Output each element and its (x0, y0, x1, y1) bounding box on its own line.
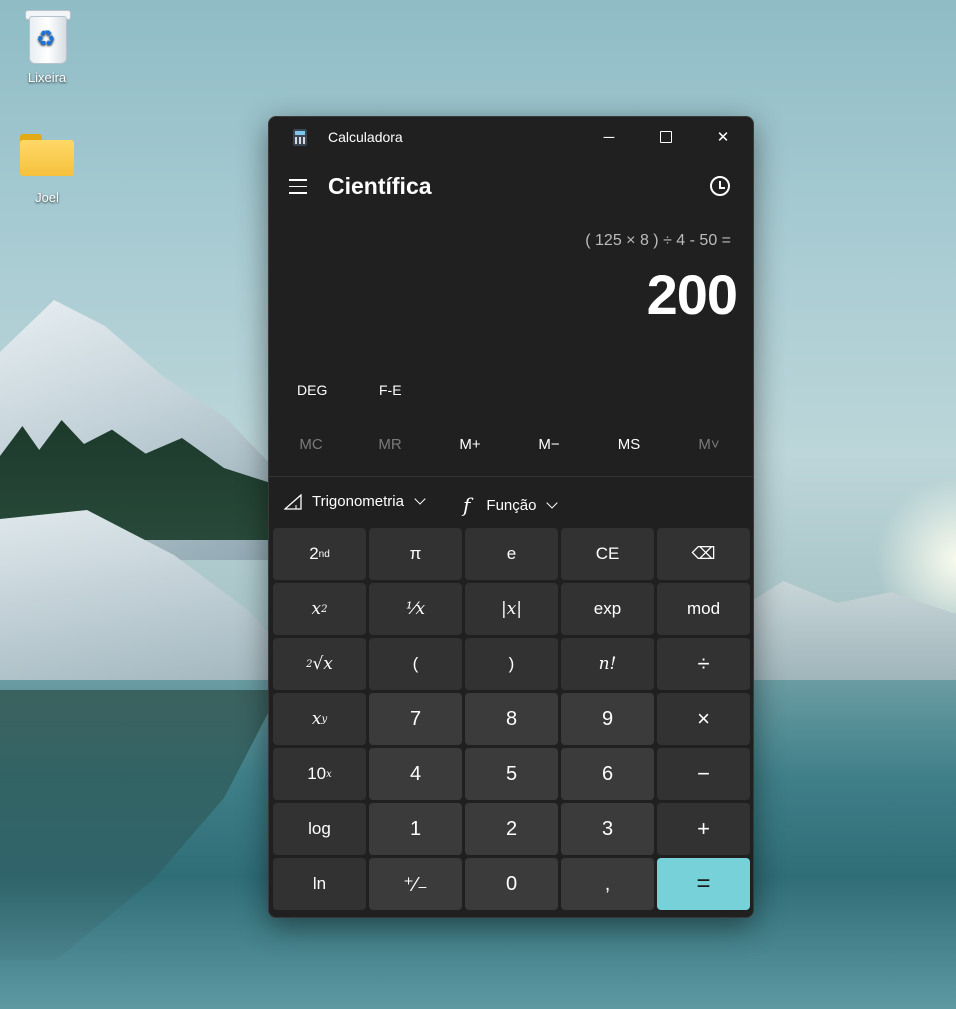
chevron-down-icon (414, 493, 426, 505)
fe-notation-button[interactable]: F-E (379, 382, 402, 398)
desktop-icon-label: Lixeira (27, 70, 67, 85)
reciprocal-button[interactable]: ¹⁄x (369, 583, 462, 635)
mod-button[interactable]: mod (657, 583, 750, 635)
square-root-button[interactable]: 2 √x (273, 638, 366, 690)
desktop-icon-label: Joel (35, 190, 59, 205)
digit-1-button[interactable]: 1 (369, 803, 462, 855)
calculator-app-icon (293, 129, 307, 146)
expression-display: ( 125 × 8 ) ÷ 4 - 50 = (585, 232, 731, 249)
backspace-button[interactable]: ⌫ (657, 528, 750, 580)
memory-row: MC MR M+ M− MS M˅ (269, 432, 753, 460)
close-icon: ✕ (716, 129, 730, 146)
function-f-icon: f (463, 493, 471, 517)
exp-button[interactable]: exp (561, 583, 654, 635)
clear-entry-button[interactable]: CE (561, 528, 654, 580)
digit-0-button[interactable]: 0 (465, 858, 558, 910)
digit-5-button[interactable]: 5 (465, 748, 558, 800)
multiply-button[interactable]: × (657, 693, 750, 745)
maximize-icon (660, 131, 672, 143)
desktop-icon-folder-joel[interactable]: Joel (12, 132, 82, 205)
digit-2-button[interactable]: 2 (465, 803, 558, 855)
maximize-button[interactable] (643, 123, 689, 151)
second-function-button[interactable]: 2nd (273, 528, 366, 580)
desktop-icon-recycle-bin[interactable]: ♻ Lixeira (12, 8, 82, 85)
digit-3-button[interactable]: 3 (561, 803, 654, 855)
divider (269, 476, 753, 477)
recycle-bin-icon: ♻ (25, 8, 71, 64)
divide-button[interactable]: ÷ (657, 638, 750, 690)
navigation-menu-icon[interactable] (289, 179, 307, 194)
power-button[interactable]: xy (273, 693, 366, 745)
angle-unit-button[interactable]: DEG (297, 382, 327, 398)
ln-button[interactable]: ln (273, 858, 366, 910)
minimize-icon: ─ (603, 128, 615, 146)
trigonometry-label: Trigonometria (312, 493, 404, 510)
wallpaper-shore (740, 581, 956, 680)
digit-7-button[interactable]: 7 (369, 693, 462, 745)
calculator-mode-title: Científica (328, 173, 432, 199)
function-row: Trigonometria f Função (269, 487, 753, 521)
memory-add-button[interactable]: M+ (430, 436, 510, 453)
title-bar[interactable]: Calculadora ─ ✕ (269, 117, 753, 157)
history-icon[interactable] (710, 176, 730, 196)
function-label: Função (486, 496, 537, 514)
memory-store-button[interactable]: MS (589, 436, 669, 453)
absolute-value-button[interactable]: |x| (465, 583, 558, 635)
digit-6-button[interactable]: 6 (561, 748, 654, 800)
folder-icon (20, 132, 74, 176)
subtract-button[interactable]: − (657, 748, 750, 800)
digit-4-button[interactable]: 4 (369, 748, 462, 800)
digit-9-button[interactable]: 9 (561, 693, 654, 745)
minimize-button[interactable]: ─ (586, 123, 632, 151)
log-button[interactable]: log (273, 803, 366, 855)
equals-button[interactable]: = (657, 858, 750, 910)
left-parenthesis-button[interactable]: ( (369, 638, 462, 690)
result-display: 200 (646, 263, 738, 326)
calculator-window: Calculadora ─ ✕ Científica ( 125 × 8 ) ÷… (268, 116, 754, 918)
e-button[interactable]: e (465, 528, 558, 580)
close-button[interactable]: ✕ (700, 123, 746, 151)
square-button[interactable]: x2 (273, 583, 366, 635)
add-button[interactable]: + (657, 803, 750, 855)
pi-button[interactable]: π (369, 528, 462, 580)
memory-subtract-button[interactable]: M− (509, 436, 589, 453)
chevron-down-icon (546, 496, 559, 509)
trigonometry-dropdown[interactable]: Trigonometria (284, 493, 426, 510)
factorial-button[interactable]: n! (561, 638, 654, 690)
function-dropdown[interactable]: f Função (459, 493, 559, 517)
backspace-icon: ⌫ (691, 544, 716, 563)
memory-clear-button[interactable]: MC (271, 436, 351, 453)
triangle-ruler-icon (284, 493, 302, 510)
right-parenthesis-button[interactable]: ) (465, 638, 558, 690)
decimal-separator-button[interactable]: , (561, 858, 654, 910)
negate-button[interactable]: ⁺⁄₋ (369, 858, 462, 910)
keypad: 2nd π e CE ⌫ x2 ¹⁄x |x| exp mod 2 √x ( ) … (273, 528, 750, 913)
angle-notation-row: DEG F-E (269, 382, 753, 410)
memory-recall-button[interactable]: MR (350, 436, 430, 453)
memory-list-button[interactable]: M˅ (669, 436, 749, 453)
ten-power-button[interactable]: 10 x (273, 748, 366, 800)
digit-8-button[interactable]: 8 (465, 693, 558, 745)
window-title: Calculadora (328, 129, 403, 145)
